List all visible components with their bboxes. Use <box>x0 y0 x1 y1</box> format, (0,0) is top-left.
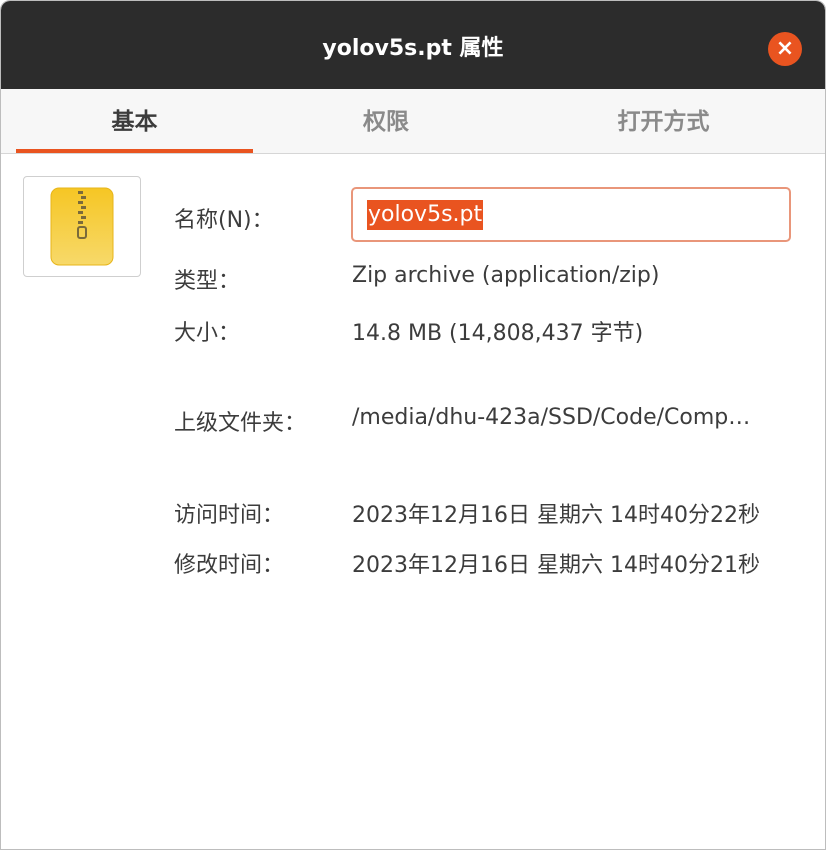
tab-bar: 基本 权限 打开方式 <box>1 89 825 154</box>
window-title: yolov5s.pt 属性 <box>322 36 504 61</box>
tab-open-with[interactable]: 打开方式 <box>546 89 781 153</box>
accessed-value: 2023年12月16日 星期六 14时40分22秒 <box>352 503 760 528</box>
size-value: 14.8 MB (14,808,437 字节) <box>352 321 644 346</box>
size-label: 大小： <box>174 321 241 346</box>
zip-archive-icon <box>50 187 114 266</box>
title-bar[interactable]: yolov5s.pt 属性 × <box>1 1 825 89</box>
name-input-value[interactable]: yolov5s.pt <box>367 200 484 230</box>
name-input[interactable]: yolov5s.pt <box>351 187 791 242</box>
modified-value: 2023年12月16日 星期六 14时40分21秒 <box>352 553 760 578</box>
parent-folder-value[interactable]: /media/dhu-423a/SSD/Code/Comp… <box>352 405 750 430</box>
properties-dialog: yolov5s.pt 属性 × 基本 权限 打开方式 名称(N)： yolov5… <box>0 0 826 850</box>
tab-permissions[interactable]: 权限 <box>271 89 501 153</box>
parent-folder-label: 上级文件夹： <box>174 411 307 436</box>
close-button[interactable]: × <box>768 32 802 66</box>
type-value: Zip archive (application/zip) <box>352 263 660 288</box>
active-tab-indicator <box>16 149 253 153</box>
file-icon-button[interactable] <box>23 176 141 277</box>
accessed-label: 访问时间： <box>174 503 285 528</box>
tab-basic[interactable]: 基本 <box>16 89 253 153</box>
name-label: 名称(N)： <box>174 208 274 233</box>
type-label: 类型： <box>174 269 241 294</box>
modified-label: 修改时间： <box>174 553 285 578</box>
close-icon: × <box>775 36 795 61</box>
